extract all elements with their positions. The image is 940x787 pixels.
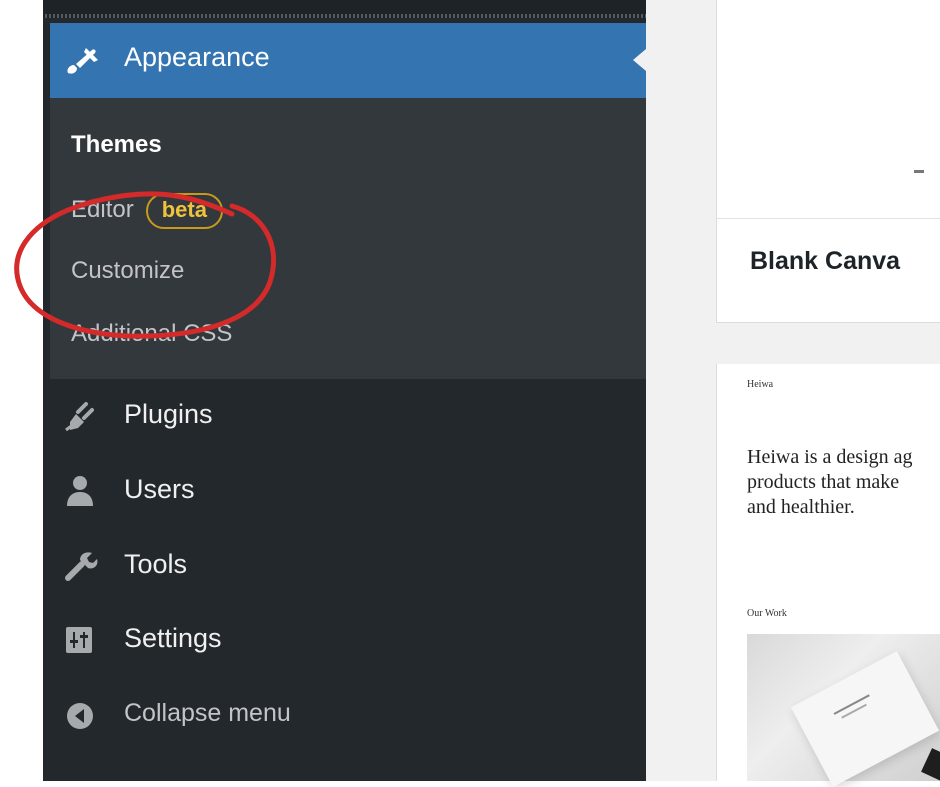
paintbrush-icon <box>64 45 100 75</box>
plugin-icon <box>64 400 100 432</box>
sidebar-item-appearance[interactable]: Appearance <box>50 23 646 98</box>
sidebar-item-settings[interactable]: Settings <box>50 610 646 670</box>
admin-sidebar: Appearance Themes Editor beta Customize A… <box>43 0 646 781</box>
left-gutter <box>0 0 43 781</box>
appearance-submenu: Themes Editor beta Customize Additional C… <box>50 98 646 379</box>
preview-site-title: Heiwa <box>747 379 774 390</box>
sidebar-item-plugins[interactable]: Plugins <box>50 386 646 446</box>
preview-blurb-line: and healthier. <box>747 496 855 518</box>
preview-blurb-line: Heiwa is a design ag <box>747 446 913 468</box>
settings-icon <box>64 624 100 656</box>
preview-text-mark <box>914 170 924 173</box>
users-icon <box>64 475 100 507</box>
sidebar-item-tools[interactable]: Tools <box>50 536 646 596</box>
submenu-item-additional-css[interactable]: Additional CSS <box>71 320 232 348</box>
theme-card[interactable]: Blank Canva <box>716 0 940 323</box>
submenu-item-customize[interactable]: Customize <box>71 257 184 285</box>
dark-object-image <box>921 748 940 781</box>
divider <box>43 14 646 18</box>
book-image <box>790 651 940 787</box>
sidebar-item-label: Appearance <box>124 42 270 72</box>
theme-card[interactable]: Heiwa Heiwa is a design ag products that… <box>716 364 940 787</box>
collapse-menu-button[interactable]: Collapse menu <box>50 686 646 746</box>
collapse-arrow-icon <box>64 700 100 732</box>
beta-badge: beta <box>145 193 223 229</box>
sidebar-item-label: Users <box>124 474 195 504</box>
preview-blurb-line: products that make <box>747 471 900 493</box>
current-indicator-arrow <box>633 49 646 71</box>
submenu-item-editor[interactable]: Editor beta <box>71 193 223 229</box>
sidebar-item-label: Tools <box>124 549 188 579</box>
submenu-item-themes[interactable]: Themes <box>71 131 162 159</box>
wrench-icon <box>64 550 100 582</box>
preview-section-label: Our Work <box>747 608 787 619</box>
sidebar-item-label: Plugins <box>124 399 213 429</box>
submenu-item-label: Editor <box>71 196 134 223</box>
sidebar-top-edge <box>43 0 646 18</box>
themes-content-area: Blank Canva Heiwa Heiwa is a design ag p… <box>646 0 940 787</box>
preview-work-image <box>747 634 940 787</box>
sidebar-item-label: Settings <box>124 623 222 653</box>
theme-name: Blank Canva <box>750 247 901 275</box>
theme-screenshot <box>717 0 940 219</box>
sidebar-item-label: Collapse menu <box>124 699 291 727</box>
preview-blurb: Heiwa is a design ag products that make … <box>747 445 940 520</box>
sidebar-item-users[interactable]: Users <box>50 461 646 521</box>
